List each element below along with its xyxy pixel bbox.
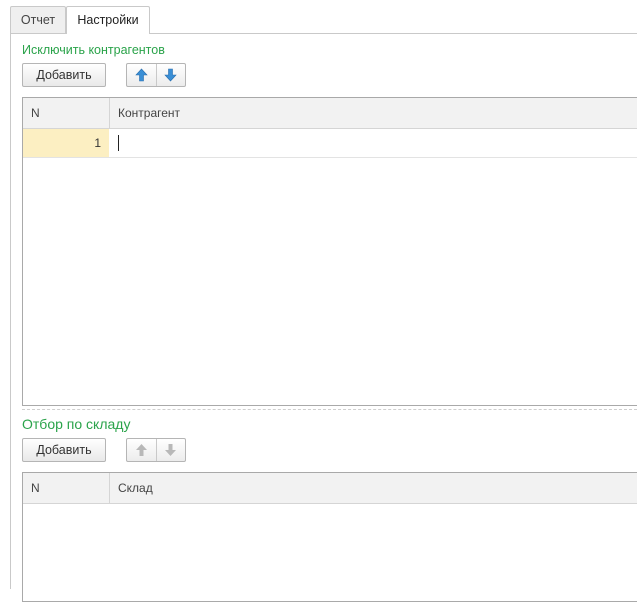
tab-settings[interactable]: Настройки (66, 6, 150, 34)
exclude-counterparties-title: Исключить контрагентов (22, 43, 165, 57)
table-row[interactable]: 1 (23, 129, 637, 158)
exclude-add-button[interactable]: Добавить (22, 63, 106, 87)
group-separator (22, 409, 637, 410)
exclude-move-buttons (126, 63, 186, 87)
arrow-up-icon (135, 68, 148, 82)
column-header-n[interactable]: N (23, 98, 110, 128)
warehouse-filter-table: N Склад (22, 472, 637, 602)
exclude-counterparties-table: N Контрагент 1 (22, 97, 637, 406)
warehouse-add-button[interactable]: Добавить (22, 438, 106, 462)
row-number-cell[interactable]: 1 (23, 129, 109, 157)
column-header-n[interactable]: N (23, 473, 110, 503)
panel-left-border (10, 33, 11, 589)
warehouse-move-down-button[interactable] (155, 439, 186, 461)
counterparty-input-cell[interactable] (110, 129, 637, 157)
exclude-table-header: N Контрагент (23, 98, 637, 129)
column-header-warehouse[interactable]: Склад (110, 473, 637, 503)
arrow-down-icon (164, 68, 177, 82)
warehouse-filter-title: Отбор по складу (22, 416, 131, 432)
arrow-up-icon (135, 444, 147, 456)
arrow-down-icon (165, 444, 177, 456)
exclude-move-up-button[interactable] (127, 64, 156, 86)
column-header-counterparty[interactable]: Контрагент (110, 98, 637, 128)
tab-report[interactable]: Отчет (10, 6, 66, 33)
exclude-move-down-button[interactable] (155, 64, 186, 86)
text-caret (118, 135, 119, 151)
warehouse-move-up-button[interactable] (127, 439, 156, 461)
warehouse-move-buttons (126, 438, 186, 462)
warehouse-table-header: N Склад (23, 473, 637, 504)
